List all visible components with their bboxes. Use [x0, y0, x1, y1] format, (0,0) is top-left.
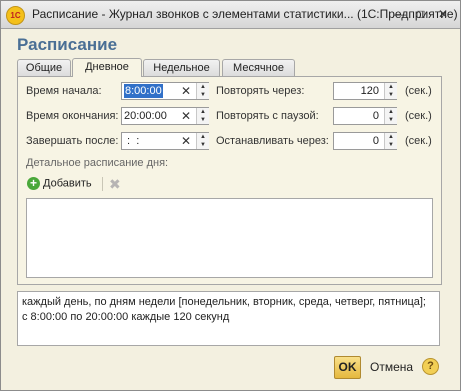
cancel-button[interactable]: Отмена	[370, 360, 413, 374]
ok-button[interactable]: OK	[334, 356, 361, 379]
start-time-field[interactable]: 8:00:00 ✕ ▲ ▼	[121, 82, 209, 100]
stop-after-unit: (сек.)	[405, 135, 432, 147]
stop-after-label: Останавливать через:	[216, 135, 329, 147]
end-time-field[interactable]: 20:00:00 ✕ ▲ ▼	[121, 107, 209, 125]
repeat-pause-value: 0	[372, 110, 379, 122]
add-button[interactable]: + Добавить	[27, 177, 92, 193]
1c-logo-icon: 1С	[6, 6, 25, 25]
spin-button[interactable]: ▲ ▼	[196, 133, 209, 149]
repeat-pause-unit: (сек.)	[405, 110, 432, 122]
spin-up-icon[interactable]: ▲	[385, 108, 397, 116]
spin-down-icon[interactable]: ▼	[385, 91, 397, 99]
repeat-every-unit: (сек.)	[405, 85, 432, 97]
clear-icon[interactable]: ✕	[179, 108, 193, 124]
repeat-every-value: 120	[360, 85, 379, 97]
end-time-value: 20:00:00	[124, 110, 167, 122]
spin-down-icon[interactable]: ▼	[197, 116, 209, 124]
tab-daily[interactable]: Дневное	[72, 58, 142, 77]
spin-button[interactable]: ▲ ▼	[384, 108, 397, 124]
spin-button[interactable]: ▲ ▼	[384, 133, 397, 149]
stop-after-value: 0	[372, 135, 379, 147]
start-time-label: Время начала:	[26, 85, 102, 97]
summary-line-2: с 8:00:00 по 20:00:00 каждые 120 секунд	[22, 311, 230, 323]
close-icon[interactable]: ✕	[433, 5, 453, 23]
toolbar-divider	[102, 177, 103, 191]
maximize-icon[interactable]: □	[411, 5, 431, 23]
spin-down-icon[interactable]: ▼	[385, 116, 397, 124]
add-icon: +	[27, 177, 40, 190]
repeat-pause-field[interactable]: 0 ▲ ▼	[333, 107, 397, 125]
finish-after-label: Завершать после:	[26, 135, 119, 147]
spin-button[interactable]: ▲ ▼	[384, 83, 397, 99]
spin-up-icon[interactable]: ▲	[197, 108, 209, 116]
spin-up-icon[interactable]: ▲	[197, 83, 209, 91]
clear-icon[interactable]: ✕	[179, 133, 193, 149]
repeat-every-field[interactable]: 120 ▲ ▼	[333, 82, 397, 100]
delete-icon[interactable]: ✖	[109, 177, 121, 191]
spin-up-icon[interactable]: ▲	[385, 133, 397, 141]
spin-down-icon[interactable]: ▼	[197, 91, 209, 99]
details-list[interactable]	[26, 198, 433, 278]
title-bar[interactable]: 1С Расписание - Журнал звонков с элемент…	[1, 1, 460, 29]
repeat-every-label: Повторять через:	[216, 85, 305, 97]
end-time-label: Время окончания:	[26, 110, 119, 122]
spin-down-icon[interactable]: ▼	[197, 141, 209, 149]
schedule-summary: каждый день, по дням недели [понедельник…	[17, 291, 440, 346]
spin-up-icon[interactable]: ▲	[385, 83, 397, 91]
clear-icon[interactable]: ✕	[179, 83, 193, 99]
spin-down-icon[interactable]: ▼	[385, 141, 397, 149]
start-time-value: 8:00:00	[124, 84, 163, 98]
finish-after-value: : :	[124, 135, 143, 147]
spin-up-icon[interactable]: ▲	[197, 133, 209, 141]
spin-button[interactable]: ▲ ▼	[196, 108, 209, 124]
help-icon[interactable]: ?	[422, 358, 439, 375]
finish-after-field[interactable]: : : ✕ ▲ ▼	[121, 132, 209, 150]
summary-line-1: каждый день, по дням недели [понедельник…	[22, 296, 426, 308]
minimize-icon[interactable]: —	[390, 5, 410, 23]
form-title: Расписание	[17, 35, 118, 54]
add-button-label: Добавить	[43, 177, 92, 190]
repeat-pause-label: Повторять с паузой:	[216, 110, 319, 122]
tab-monthly[interactable]: Месячное	[222, 59, 295, 76]
spin-button[interactable]: ▲ ▼	[196, 83, 209, 99]
dialog-window: 1С Расписание - Журнал звонков с элемент…	[0, 0, 461, 391]
details-label: Детальное расписание дня:	[26, 157, 169, 169]
stop-after-field[interactable]: 0 ▲ ▼	[333, 132, 397, 150]
tab-general[interactable]: Общие	[17, 59, 71, 76]
tab-weekly[interactable]: Недельное	[143, 59, 220, 76]
